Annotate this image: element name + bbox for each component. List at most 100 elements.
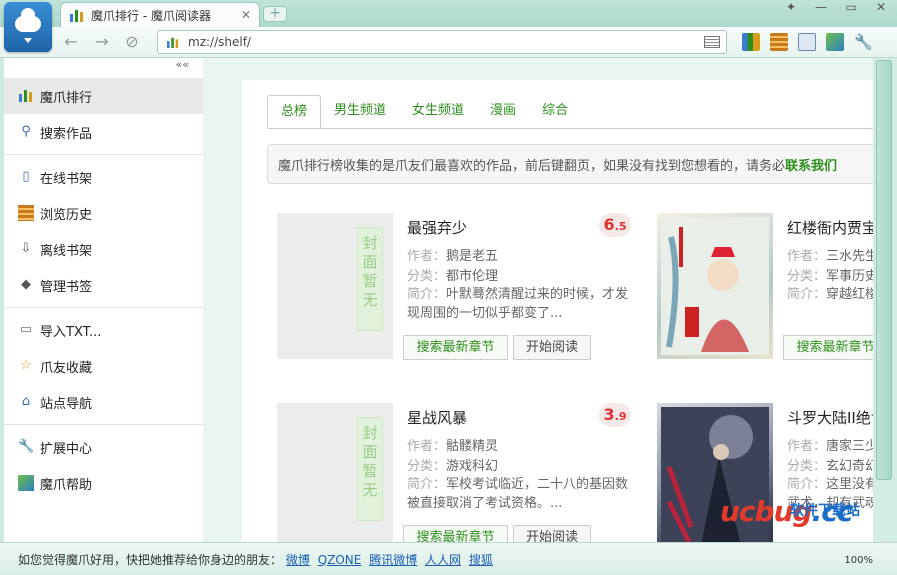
title-bar: 魔爪排行 - 魔爪阅读器 ✕ + ✦ — ▭ ✕ [0,0,897,52]
collapse-sidebar-button[interactable]: «« [4,58,203,78]
app-logo-menu[interactable] [4,2,52,52]
pin-icon[interactable]: ✦ [783,0,799,14]
wrench-icon: 🔧 [18,439,35,454]
contact-us-link[interactable]: 联系我们 [785,159,837,174]
book-icon: ▯ [22,169,30,184]
dropdown-arrow-icon [24,37,32,43]
book-cover[interactable] [657,213,773,359]
notice-text: 魔爪排行榜收集的是爪友们最喜欢的作品，前后键翻页，如果没有找到您想看的，请务必 [278,159,786,174]
sidebar: «« 魔爪排行 ⚲ 搜索作品 ▯ 在线书架 浏览历史 ⇩ 离线书架 ◆ 管理书签… [4,58,203,542]
book-description: 简介：叶默蓦然清醒过来的时候，才发现周围的一切似乎都变了... [407,287,629,321]
sidebar-item-label: 离线书架 [40,243,93,259]
maximize-button[interactable]: ▭ [843,0,859,14]
watermark-text: 软件下载站 [790,503,860,519]
image-icon[interactable] [826,33,844,51]
tab-general[interactable]: 综合 [529,95,581,129]
chart-icon [18,88,34,104]
tab-female[interactable]: 女生频道 [399,95,477,129]
sidebar-item-help[interactable]: 魔爪帮助 [4,465,203,501]
help-icon [18,475,34,491]
book-category: 分类：玄幻奇幻 [787,459,873,474]
close-tab-icon[interactable]: ✕ [241,8,251,22]
book-category: 分类：军事历史 [787,269,873,284]
sidebar-item-ranking[interactable]: 魔爪排行 [4,78,203,114]
tab-overall[interactable]: 总榜 [267,95,322,129]
wrench-icon[interactable]: 🔧 [854,33,873,51]
book-category: 分类：都市伦理 [407,269,499,284]
vertical-scrollbar[interactable] [873,58,897,542]
bookshelf-icon[interactable] [798,33,816,51]
address-bar[interactable]: mz://shelf/ [157,30,727,54]
file-icon: ▭ [19,322,33,337]
book-card: 红楼衙内贾宝玉 作者：三水先生 分类：军事历史 简介：穿越红楼的贾宝玉，不可..… [657,213,873,363]
sidebar-item-favorites[interactable]: ☆ 爪友收藏 [4,348,203,384]
sidebar-item-label: 爪友收藏 [40,360,93,376]
browser-tab-active[interactable]: 魔爪排行 - 魔爪阅读器 ✕ [60,2,260,27]
chart-icon [167,37,179,48]
search-latest-chapter-button[interactable]: 搜索最新章节 [403,525,508,542]
search-latest-chapter-button[interactable]: 搜索最新章节 [783,335,873,360]
share-weibo-link[interactable]: 微博 [286,553,310,567]
star-icon: ☆ [20,358,32,373]
search-latest-chapter-button[interactable]: 搜索最新章节 [403,335,508,360]
sidebar-item-offline-shelf[interactable]: ⇩ 离线书架 [4,231,203,267]
cover-placeholder: 封面暂无 [357,417,383,521]
book-cover[interactable]: 封面暂无 [277,403,393,542]
book-title[interactable]: 最强弃少 [407,217,467,238]
notice-box: 魔爪排行榜收集的是爪友们最喜欢的作品，前后键翻页，如果没有找到您想看的，请务必联… [267,144,873,184]
nav-toolbar: ← → ⊘ mz://shelf/ 🔧 [0,27,897,58]
sidebar-item-label: 搜索作品 [40,126,93,142]
status-bar: 如您觉得魔爪好用，快把她推荐给你身边的朋友： 微博 QZONE 腾讯微博 人人网… [0,542,897,575]
forward-button[interactable]: → [92,32,112,52]
tab-male[interactable]: 男生频道 [321,95,399,129]
history-icon[interactable] [770,33,788,51]
sidebar-item-bookmarks[interactable]: ◆ 管理书签 [4,267,203,303]
sidebar-item-label: 魔爪排行 [40,90,93,106]
score-badge: 6.5 [599,213,631,237]
start-reading-button[interactable]: 开始阅读 [513,335,591,360]
book-author: 作者：鹅是老五 [407,249,499,264]
back-button[interactable]: ← [61,32,81,52]
book-title[interactable]: 星战风暴 [407,407,467,428]
tab-title: 魔爪排行 - 魔爪阅读器 [91,8,211,23]
reader-mode-icon[interactable] [704,36,720,48]
toolbar-icons: 🔧 [742,33,873,51]
sidebar-item-extensions[interactable]: 🔧 扩展中心 [4,429,203,465]
chart-icon [70,10,83,22]
ranking-icon[interactable] [742,33,760,51]
scrollbar-thumb[interactable] [876,60,892,480]
sidebar-item-search[interactable]: ⚲ 搜索作品 [4,114,203,150]
book-description: 简介：穿越红楼的贾宝玉，不可... [787,287,873,302]
tab-comic[interactable]: 漫画 [477,95,529,129]
start-reading-button[interactable]: 开始阅读 [513,525,591,542]
sidebar-item-site-nav[interactable]: ⌂ 站点导航 [4,384,203,420]
book-title[interactable]: 红楼衙内贾宝玉 [787,217,873,238]
divider [4,154,203,155]
book-card: 封面暂无 星战风暴 3.9 作者：骷髅精灵 分类：游戏科幻 简介：军校考试临近，… [277,403,631,542]
share-tencent-weibo-link[interactable]: 腾讯微博 [369,553,417,567]
share-qzone-link[interactable]: QZONE [318,553,362,567]
sidebar-item-history[interactable]: 浏览历史 [4,195,203,231]
share-renren-link[interactable]: 人人网 [425,553,461,567]
new-tab-button[interactable]: + [263,6,287,22]
cover-image [661,217,769,355]
sidebar-item-label: 站点导航 [40,396,93,412]
stop-button[interactable]: ⊘ [122,32,142,52]
cloud-icon [15,7,41,32]
address-text: mz://shelf/ [188,35,251,49]
sidebar-item-label: 扩展中心 [40,441,93,457]
zoom-level[interactable]: 100% [844,555,873,566]
book-cover[interactable]: 封面暂无 [277,213,393,359]
close-window-button[interactable]: ✕ [873,0,889,14]
sidebar-item-import-txt[interactable]: ▭ 导入TXT... [4,312,203,348]
sidebar-item-label: 浏览历史 [40,207,93,223]
book-card: 封面暂无 最强弃少 6.5 作者：鹅是老五 分类：都市伦理 简介：叶默蓦然清醒过… [277,213,631,363]
sidebar-item-online-shelf[interactable]: ▯ 在线书架 [4,159,203,195]
sidebar-item-label: 管理书签 [40,279,93,295]
status-text: 如您觉得魔爪好用，快把她推荐给你身边的朋友： [18,553,283,567]
minimize-button[interactable]: — [813,0,829,14]
book-title[interactable]: 斗罗大陆II绝世唐门 [787,407,873,428]
divider [4,307,203,308]
share-sohu-link[interactable]: 搜狐 [469,553,493,567]
search-icon: ⚲ [21,124,31,139]
